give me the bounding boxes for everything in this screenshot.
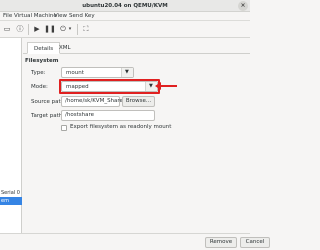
window-title: ubuntu20.04 on QEMU/KVM	[82, 3, 168, 9]
annotation-arrow	[160, 85, 177, 87]
info-icon[interactable]: ⓘ	[14, 24, 26, 35]
sidebar-item-serial[interactable]: Serial 0	[1, 190, 20, 196]
sidebar-item-label: em	[1, 198, 9, 204]
menu-send-key[interactable]: Send Key	[69, 13, 95, 19]
type-select[interactable]: mount ▼	[61, 67, 134, 78]
chevron-down-icon[interactable]: ▾	[66, 24, 74, 35]
mode-label: Mode:	[31, 84, 48, 90]
menu-file[interactable]: File	[3, 13, 12, 19]
monitor-icon[interactable]: ▭	[1, 24, 13, 35]
section-title: Filesystem	[25, 58, 59, 64]
sidebar-item-selected[interactable]: em	[0, 197, 22, 205]
details-pane: Details XML Filesystem Type: mount ▼ Mod…	[23, 38, 250, 233]
annotation-arrow-head	[155, 82, 161, 90]
browse-button[interactable]: Browse...	[122, 96, 155, 107]
type-value: mount	[66, 70, 84, 76]
target-path-input[interactable]: /hostshare	[61, 110, 155, 121]
readonly-label[interactable]: Export filesystem as readonly mount	[70, 124, 171, 130]
close-icon[interactable]: ×	[238, 1, 248, 11]
toolbar-separator	[28, 24, 29, 35]
play-icon[interactable]: ▶	[31, 24, 43, 35]
mode-select[interactable]: mapped ▼	[61, 81, 158, 92]
toolbar-separator	[77, 24, 78, 35]
hardware-sidebar: Serial 0 em	[0, 38, 22, 233]
menu-virtual-machine[interactable]: Virtual Machine	[14, 13, 57, 19]
chevron-down-icon[interactable]: ▼	[121, 68, 133, 77]
window-titlebar: ubuntu20.04 on QEMU/KVM ×	[0, 0, 250, 12]
toolbar: ▭ ⓘ ▶ ❚❚ ⏻ ▾ ⛶	[0, 21, 250, 38]
action-bar: Remove Cancel	[0, 233, 270, 250]
tab-bar: Details XML	[23, 42, 250, 54]
target-path-label: Target path:	[31, 113, 65, 119]
source-path-input[interactable]: /home/sk/KVM_Share	[61, 96, 123, 107]
cancel-button[interactable]: Cancel	[240, 237, 270, 248]
fullscreen-icon[interactable]: ⛶	[80, 24, 92, 35]
tab-xml[interactable]: XML	[53, 42, 77, 54]
pause-icon[interactable]: ❚❚	[44, 24, 56, 35]
menu-bar: File Virtual Machine View Send Key	[0, 12, 250, 21]
remove-button[interactable]: Remove	[205, 237, 237, 248]
mode-value: mapped	[66, 84, 89, 90]
readonly-checkbox[interactable]	[61, 125, 67, 131]
type-label: Type:	[31, 70, 46, 76]
menu-view[interactable]: View	[54, 13, 67, 19]
